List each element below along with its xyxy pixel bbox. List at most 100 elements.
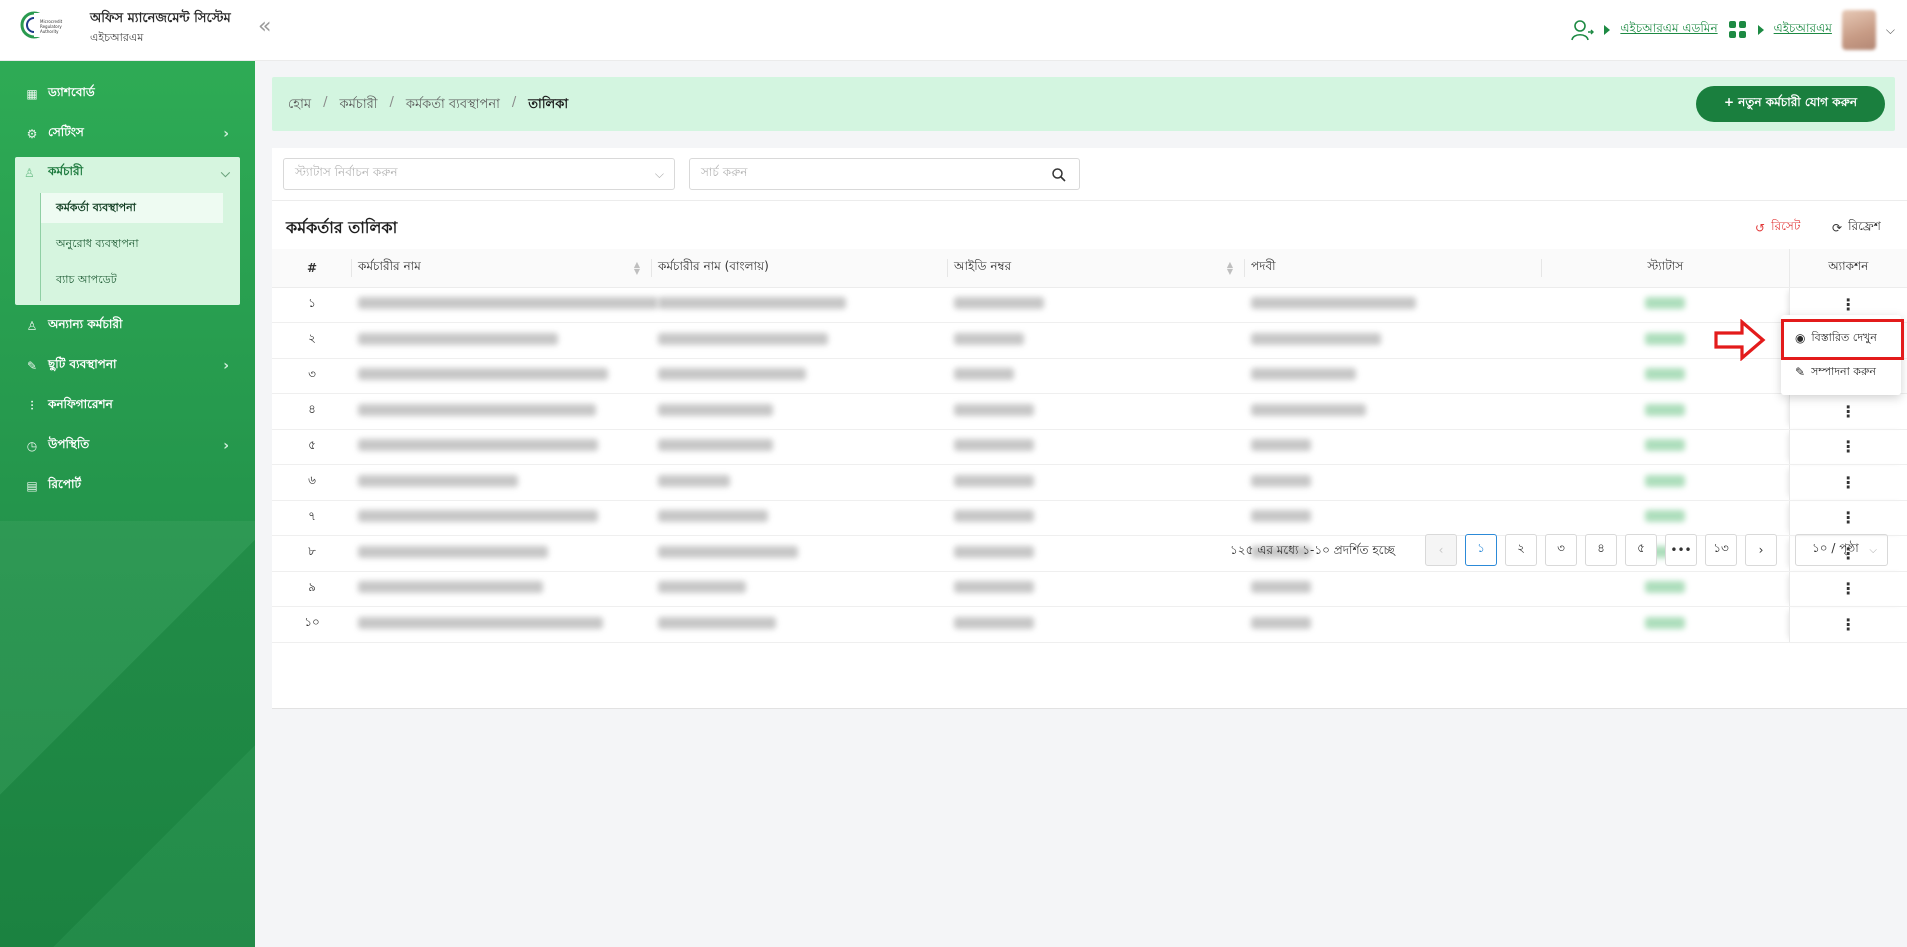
page-button[interactable]: ৫ [1625, 534, 1657, 566]
more-actions-icon[interactable]: ⋮ [1840, 295, 1856, 314]
org-logo: Microcredit Regulatory Authority [20, 11, 63, 39]
page-button[interactable]: ৪ [1585, 534, 1617, 566]
page-size-select[interactable]: ১০ / পৃষ্ঠা ⌵ [1795, 534, 1888, 566]
sidebar-item-label: কনফিগারেশন [48, 397, 113, 411]
status-cell [1542, 393, 1789, 430]
app-title: অফিস ম্যানেজমেন্ট সিস্টেম [90, 11, 231, 26]
sidebar-item-settings[interactable]: ⚙ সেটিংস › [0, 118, 255, 150]
action-cell: ⋮ [1788, 429, 1907, 465]
table-row: ৯ ⋮ [272, 571, 1907, 607]
employee-name-bangla-cell [652, 606, 948, 643]
highlight-box [1781, 319, 1904, 360]
status-cell [1542, 464, 1789, 501]
sidebar-item-leave-management[interactable]: ✎ ছুটি ব্যবস্থাপনা › [0, 350, 255, 382]
collapse-sidebar-icon[interactable]: « [258, 14, 271, 39]
sidebar-item-attendance[interactable]: ◷ উপস্থিতি › [0, 430, 255, 462]
row-index: ৫ [272, 429, 352, 465]
employee-name-cell [352, 606, 652, 643]
sidebar-item-label: উপস্থিতি [48, 437, 90, 451]
user-icon: ♙ [24, 166, 35, 180]
page-button[interactable]: ২ [1505, 534, 1537, 566]
employee-name-cell [352, 322, 652, 359]
search-icon[interactable] [1051, 167, 1067, 183]
employee-name-bangla-cell [652, 322, 948, 359]
chevron-right-icon: › [223, 126, 229, 142]
row-index: ৬ [272, 464, 352, 501]
sidebar-item-other-employees[interactable]: ♙ অন্যান্য কর্মচারী [0, 310, 255, 342]
chevron-down-icon: ⌵ [1869, 544, 1877, 556]
leaf-icon: ✎ [26, 359, 38, 373]
breadcrumb-officer-management[interactable]: কর্মকর্তা ব্যবস্থাপনা [406, 95, 500, 116]
sidebar-item-dashboard[interactable]: ▦ ড্যাশবোর্ড [0, 78, 255, 110]
avatar[interactable] [1841, 10, 1876, 50]
page-button[interactable]: ৩ [1545, 534, 1577, 566]
status-placeholder: স্ট্যাটাস নির্বাচন করুন [295, 165, 398, 179]
sidebar-subitem-batch-update[interactable]: ব্যাচ আপডেট [41, 265, 223, 295]
edit-menu-item[interactable]: ✎ সম্পাদনা করুন [1781, 357, 1901, 387]
refresh-button[interactable]: ⟳ রিফ্রেশ [1832, 218, 1881, 238]
more-actions-icon[interactable]: ⋮ [1840, 508, 1856, 527]
breadcrumb-separator: / [389, 95, 394, 110]
employee-id-cell [948, 393, 1245, 430]
module-link[interactable]: এইচআরএম [1774, 20, 1832, 40]
more-actions-icon[interactable]: ⋮ [1840, 402, 1856, 421]
table-row: ১০ ⋮ [272, 606, 1907, 643]
sidebar-item-employee[interactable]: ♙ কর্মচারী ⌵ [15, 157, 240, 189]
page-ellipsis[interactable]: ••• [1665, 534, 1697, 566]
more-actions-icon[interactable]: ⋮ [1840, 615, 1856, 634]
sort-icon[interactable]: ▲ ▼ [1227, 261, 1233, 276]
sidebar-item-label: সেটিংস [48, 125, 84, 139]
reset-button[interactable]: ↺ রিসেট [1755, 218, 1800, 238]
designation-cell [1245, 358, 1542, 394]
action-cell: ⋮ [1788, 464, 1907, 501]
breadcrumb-bar: হোম / কর্মচারী / কর্মকর্তা ব্যবস্থাপনা /… [272, 77, 1895, 131]
more-actions-icon[interactable]: ⋮ [1840, 473, 1856, 492]
breadcrumb-employee[interactable]: কর্মচারী [339, 95, 377, 116]
sidebar-subitem-request-management[interactable]: অনুরোধ ব্যবস্থাপনা [41, 229, 223, 259]
employee-id-cell [948, 287, 1245, 323]
gear-icon: ⚙ [26, 127, 38, 141]
col-header-name[interactable]: কর্মচারীর নাম ▲ ▼ [352, 249, 652, 288]
pagination-info: ১২৫ এর মধ্যে ১-১০ প্রদর্শিত হচ্ছে [1230, 543, 1395, 557]
apps-grid-icon[interactable] [1728, 20, 1748, 40]
col-header-name-bangla: কর্মচারীর নাম (বাংলায়) [652, 249, 948, 288]
status-select[interactable]: স্ট্যাটাস নির্বাচন করুন ⌵ [283, 158, 675, 190]
table-row: ৩ [272, 358, 1907, 394]
sidebar-item-report[interactable]: ▤ রিপোর্ট [0, 470, 255, 502]
sidebar-item-label: রিপোর্ট [48, 477, 82, 491]
more-actions-icon[interactable]: ⋮ [1840, 579, 1856, 598]
file-icon: ▤ [26, 479, 38, 493]
col-header-id[interactable]: আইডি নম্বর ▲ ▼ [948, 249, 1245, 288]
next-page-button[interactable]: › [1745, 534, 1777, 566]
search-input[interactable]: সার্চ করুন [689, 158, 1080, 190]
employee-name-bangla-cell [652, 393, 948, 430]
table-row: ৪ ⋮ [272, 393, 1907, 430]
page-button[interactable]: ১৩ [1705, 534, 1737, 566]
status-cell [1542, 358, 1789, 394]
breadcrumb-home[interactable]: হোম [288, 95, 311, 116]
reset-label: রিসেট [1771, 219, 1801, 233]
sidebar: ▦ ড্যাশবোর্ড ⚙ সেটিংস › ♙ কর্মচারী ⌵ কর্… [0, 61, 255, 947]
sidebar-item-label: কর্মচারী [48, 164, 84, 178]
prev-page-button[interactable]: ‹ [1425, 534, 1457, 566]
action-cell: ⋮ [1788, 393, 1907, 430]
table-title: কর্মকর্তার তালিকা [286, 218, 398, 237]
sidebar-item-label: ড্যাশবোর্ড [48, 85, 95, 99]
chevron-down-icon: ⌵ [220, 165, 230, 180]
employee-name-cell [352, 429, 652, 465]
breadcrumb: হোম / কর্মচারী / কর্মকর্তা ব্যবস্থাপনা /… [288, 95, 568, 116]
chevron-down-icon[interactable]: ⌵ [1886, 23, 1895, 38]
sidebar-subitem-officer-management[interactable]: কর্মকর্তা ব্যবস্থাপনা [41, 193, 223, 223]
more-actions-icon[interactable]: ⋮ [1840, 437, 1856, 456]
filter-bar: স্ট্যাটাস নির্বাচন করুন ⌵ সার্চ করুন [272, 148, 1907, 201]
add-employee-button[interactable]: + নতুন কর্মচারী যোগ করুন [1695, 86, 1885, 122]
designation-cell [1245, 571, 1542, 607]
breadcrumb-current: তালিকা [528, 97, 569, 112]
sort-icon[interactable]: ▲ ▼ [634, 261, 640, 276]
user-role-link[interactable]: এইচআরএম এডমিন [1620, 20, 1717, 40]
row-index: ২ [272, 322, 352, 359]
page-button[interactable]: ১ [1465, 534, 1497, 566]
caret-right-icon [1604, 25, 1611, 35]
user-switch-icon[interactable] [1570, 18, 1595, 42]
sidebar-item-configuration[interactable]: ⫶ কনফিগারেশন [0, 390, 255, 422]
